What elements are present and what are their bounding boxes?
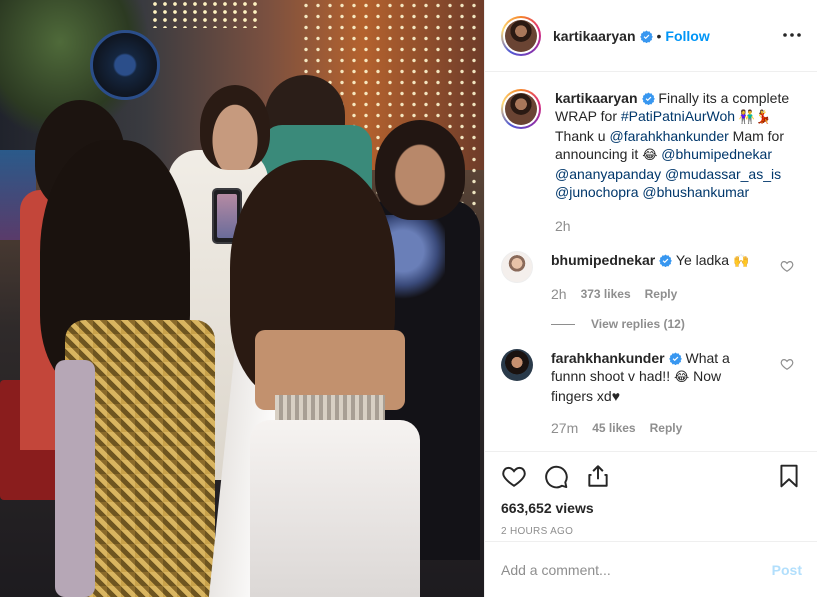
comment-likes[interactable]: 45 likes xyxy=(592,419,635,437)
like-comment-heart-icon[interactable] xyxy=(780,357,794,371)
caption-time[interactable]: 2h xyxy=(555,217,795,235)
verified-badge-icon xyxy=(641,92,655,105)
bookmark-icon[interactable] xyxy=(776,463,802,489)
comment-emoji: 🙌 xyxy=(732,254,750,269)
commenter-avatar[interactable] xyxy=(501,349,533,381)
caption-username[interactable]: kartikaaryan xyxy=(555,90,638,106)
mention-ananya[interactable]: @ananyapanday xyxy=(555,166,661,182)
verified-badge-icon xyxy=(639,30,653,43)
comment-input[interactable] xyxy=(501,561,772,578)
comment-text: Ye ladka xyxy=(675,252,733,268)
commenter-avatar[interactable] xyxy=(501,251,533,283)
post-video[interactable] xyxy=(0,0,484,597)
mention-farah[interactable]: @farahkhankunder xyxy=(609,128,728,144)
view-count[interactable]: 663,652 views xyxy=(501,500,802,516)
comment-item: bhumipednekar Ye ladka 🙌 2h 373 likes Re… xyxy=(501,251,802,331)
comments-section[interactable]: kartikaaryan Finally its a complete WRAP… xyxy=(485,73,817,451)
heart-emoji: ♥ xyxy=(611,388,621,404)
post-header: kartikaaryan • Follow xyxy=(485,0,817,72)
caption-text: kartikaaryan Finally its a complete WRAP… xyxy=(555,89,795,235)
instagram-post: kartikaaryan • Follow kartikaaryan Final… xyxy=(0,0,817,597)
post-actions: 663,652 views 2 HOURS AGO xyxy=(485,451,817,537)
post-sidebar: kartikaaryan • Follow kartikaaryan Final… xyxy=(484,0,817,597)
more-horizontal-icon[interactable] xyxy=(781,24,803,46)
reply-button[interactable]: Reply xyxy=(650,419,683,437)
commenter-username[interactable]: farahkhankunder xyxy=(551,350,665,366)
comment-meta: 2h 373 likes Reply xyxy=(551,285,756,303)
author-avatar[interactable] xyxy=(501,15,541,56)
author-username[interactable]: kartikaaryan xyxy=(553,28,653,44)
view-replies-button[interactable]: View replies (12) xyxy=(551,317,782,331)
commenter-username[interactable]: bhumipednekar xyxy=(551,252,655,268)
add-comment-bar: Post xyxy=(485,541,817,597)
comment-time[interactable]: 27m xyxy=(551,419,578,437)
post-timestamp[interactable]: 2 HOURS AGO xyxy=(501,526,802,537)
share-icon[interactable] xyxy=(585,463,611,489)
caption-emoji: 😂 xyxy=(642,148,658,163)
reply-button[interactable]: Reply xyxy=(645,285,678,303)
mention-bhumi[interactable]: @bhumipednekar xyxy=(661,146,772,162)
like-comment-heart-icon[interactable] xyxy=(780,259,794,273)
comment-time[interactable]: 2h xyxy=(551,285,567,303)
mention-bhushan[interactable]: @bhushankumar xyxy=(642,184,749,200)
post-comment-button[interactable]: Post xyxy=(772,562,802,578)
comment-emoji: 😂 xyxy=(673,370,690,385)
comment-item: farahkhankunder What a funnn shoot v had… xyxy=(501,349,802,437)
separator-dot: • xyxy=(656,27,662,44)
comment-likes[interactable]: 373 likes xyxy=(581,285,631,303)
mention-mudassar[interactable]: @mudassar_as_is xyxy=(665,166,781,182)
caption: kartikaaryan Finally its a complete WRAP… xyxy=(501,89,802,235)
verified-badge-icon xyxy=(668,352,682,365)
mention-juno[interactable]: @junochopra xyxy=(555,184,639,200)
verified-badge-icon xyxy=(659,254,673,267)
comment-icon[interactable] xyxy=(543,463,569,489)
hashtag-link[interactable]: #PatiPatniAurWoh xyxy=(621,108,735,124)
caption-emoji: 👫💃 xyxy=(738,110,772,125)
follow-button[interactable]: Follow xyxy=(665,28,709,44)
comment-meta: 27m 45 likes Reply xyxy=(551,419,756,437)
heart-icon[interactable] xyxy=(501,463,527,489)
caption-avatar[interactable] xyxy=(501,89,541,129)
